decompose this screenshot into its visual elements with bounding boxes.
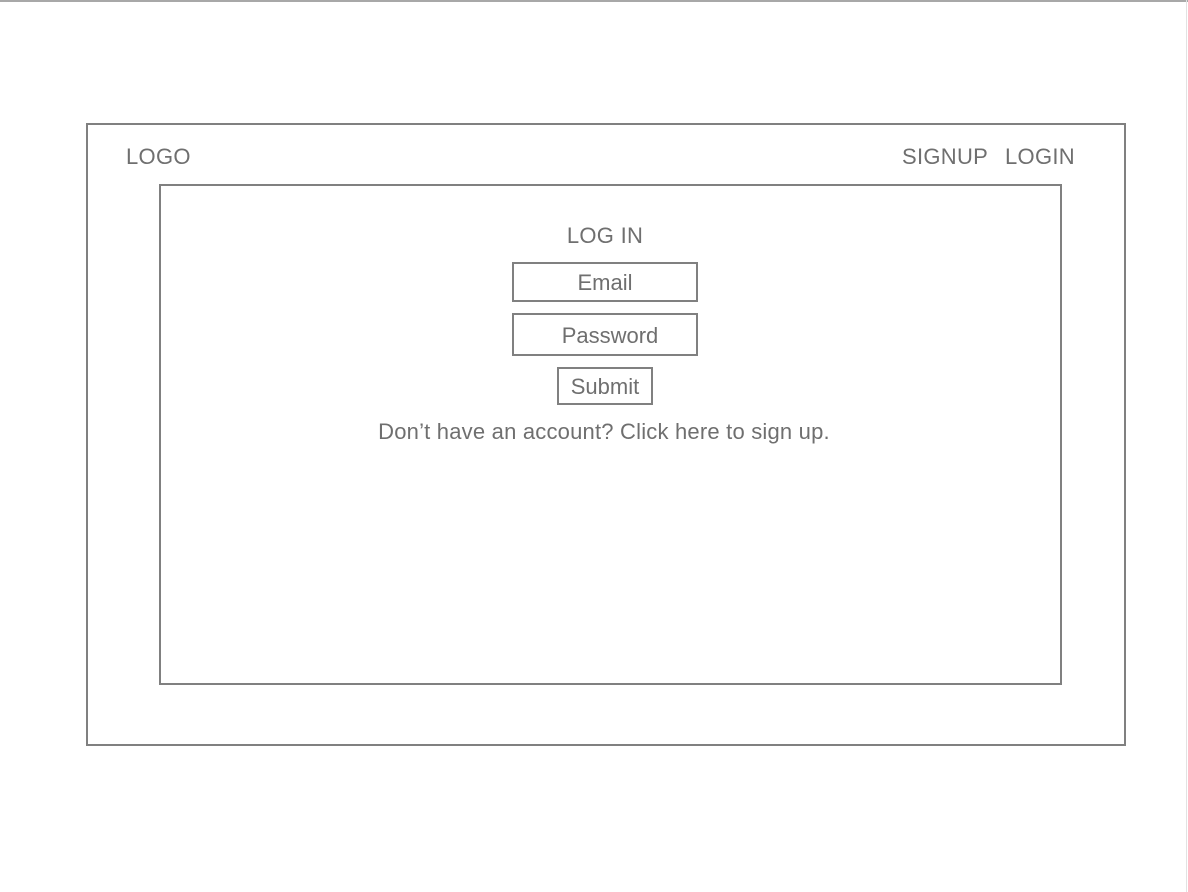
logo: LOGO xyxy=(126,144,191,169)
password-placeholder: Password xyxy=(561,323,659,348)
submit-button[interactable]: Submit xyxy=(557,367,653,405)
login-title: LOG IN xyxy=(566,223,644,248)
nav-login-link[interactable]: LOGIN xyxy=(1005,144,1075,170)
password-field[interactable]: Password xyxy=(512,313,698,356)
email-field[interactable]: Email xyxy=(512,262,698,302)
right-divider xyxy=(1186,0,1187,892)
signup-link[interactable]: Don’t have an account? Click here to sig… xyxy=(330,418,878,446)
nav-signup-link[interactable]: SIGNUP xyxy=(902,144,988,170)
email-placeholder: Email xyxy=(577,270,633,295)
top-divider xyxy=(0,0,1188,2)
